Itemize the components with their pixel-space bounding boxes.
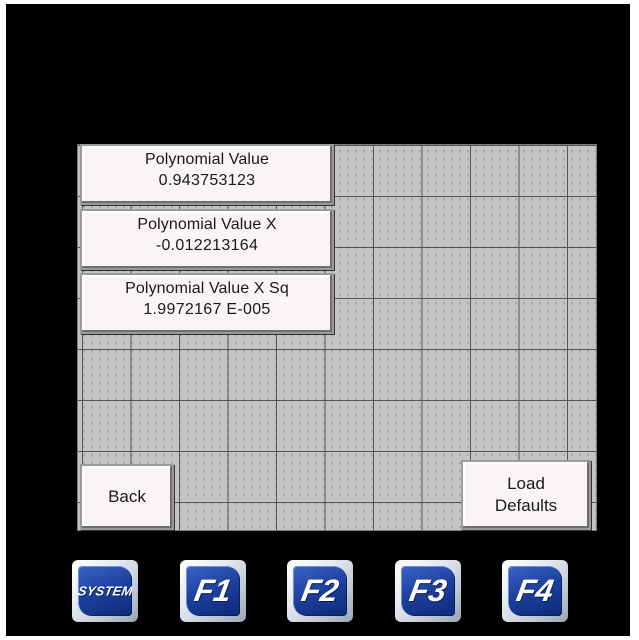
back-button-label: Back	[108, 487, 146, 506]
f1-key-icon: F1	[186, 566, 240, 616]
readout-value: 0.943753123	[158, 172, 256, 189]
polynomial-value-x-readout: Polynomial Value X -0.012213164	[80, 209, 334, 270]
f1-key-label: F1	[191, 573, 235, 608]
f1-key[interactable]: F1	[180, 560, 246, 622]
system-key-icon: SYSTEM	[78, 566, 132, 616]
f3-key-icon: F3	[401, 566, 455, 616]
readout-value: 1.9972167 E-005	[143, 301, 271, 318]
readout-label: Polynomial Value	[144, 151, 270, 168]
f2-key[interactable]: F2	[287, 560, 353, 622]
f4-key-label: F4	[513, 573, 557, 608]
system-key[interactable]: SYSTEM	[72, 560, 138, 622]
readout-label: Polynomial Value X Sq	[125, 280, 289, 297]
back-button[interactable]: Back	[80, 464, 174, 530]
system-key-label: SYSTEM	[78, 583, 132, 599]
readout-value: -0.012213164	[155, 237, 259, 254]
f4-key[interactable]: F4	[502, 560, 568, 622]
f4-key-icon: F4	[508, 566, 562, 616]
polynomial-value-readout: Polynomial Value 0.943753123	[80, 144, 334, 205]
f3-key-label: F3	[406, 573, 450, 608]
load-defaults-label-line1: Load	[507, 474, 545, 493]
hmi-screen: Polynomial Value 0.943753123 Polynomial …	[6, 4, 630, 636]
readout-label: Polynomial Value X	[137, 216, 277, 233]
load-defaults-label-line2: Defaults	[494, 496, 558, 515]
f3-key[interactable]: F3	[395, 560, 461, 622]
f2-key-label: F2	[298, 573, 342, 608]
polynomial-value-x-sq-readout: Polynomial Value X Sq 1.9972167 E-005	[80, 273, 334, 334]
f2-key-icon: F2	[293, 566, 347, 616]
load-defaults-button[interactable]: Load Defaults	[461, 460, 591, 530]
